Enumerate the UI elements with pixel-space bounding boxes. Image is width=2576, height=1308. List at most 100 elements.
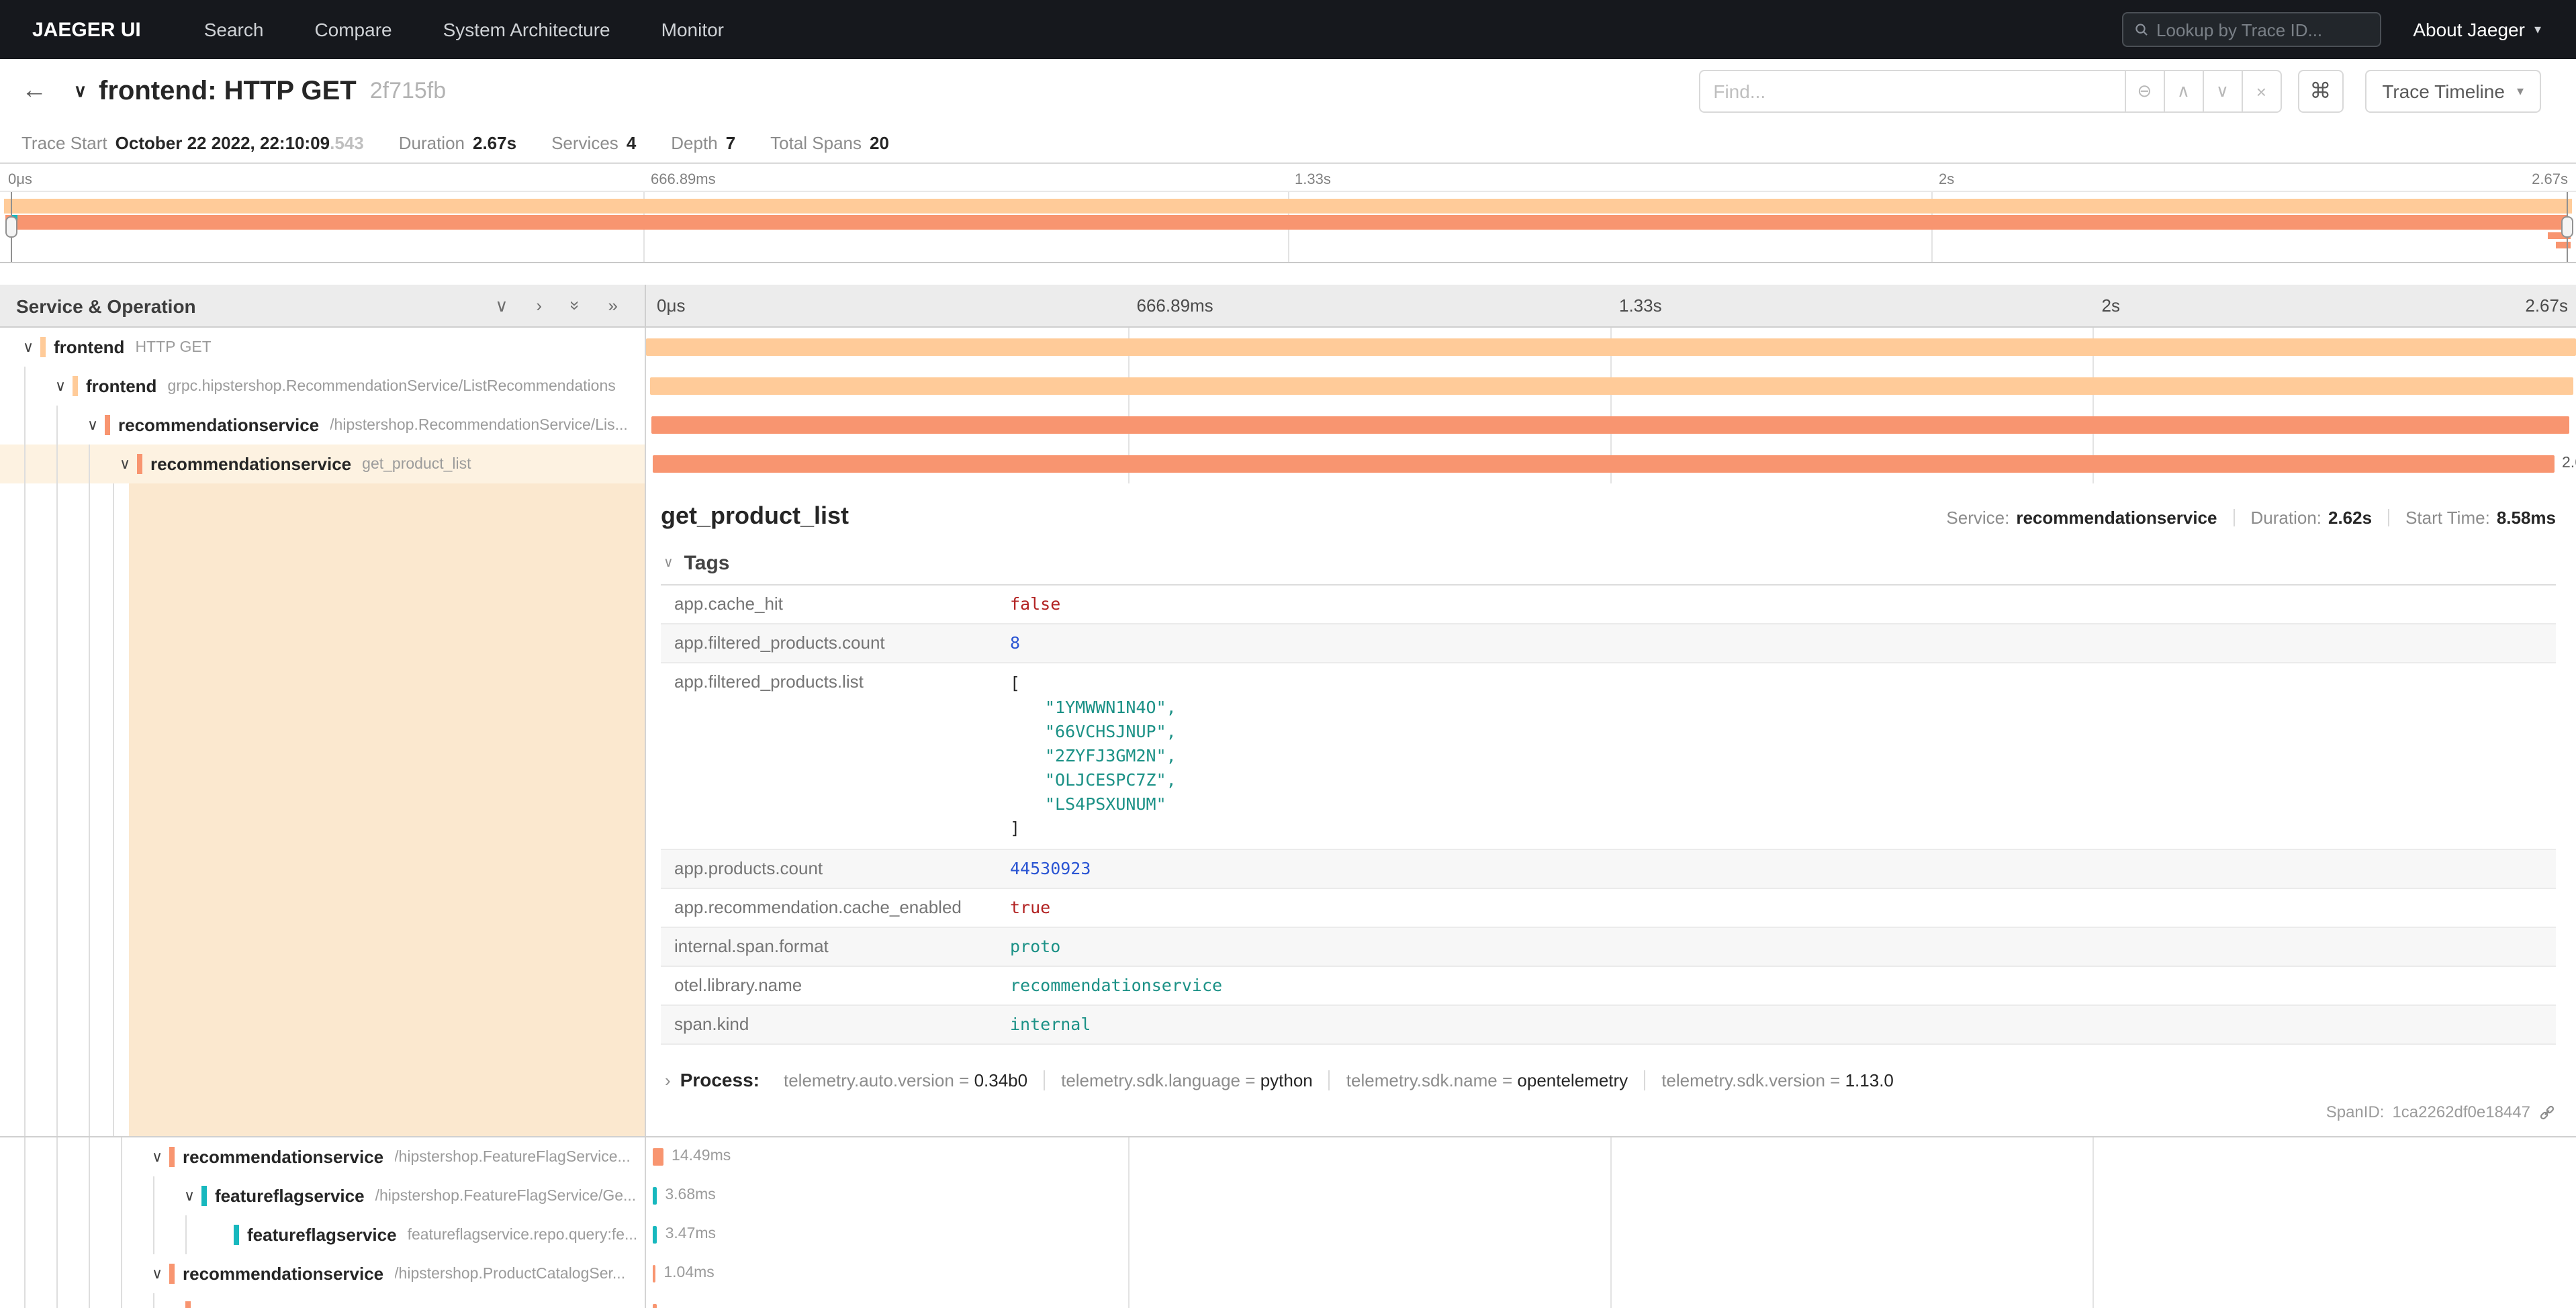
detail-accent-block — [129, 483, 645, 1136]
operation-name: /hipstershop.RecommendationService/Lis..… — [330, 417, 628, 433]
collapse-one-icon[interactable]: ∨ — [495, 297, 508, 314]
span-row: ∨ recommendationservice /hipstershop.Rec… — [0, 406, 2576, 445]
clear-search-icon[interactable]: × — [2241, 70, 2281, 113]
tags-accordion-header[interactable]: ∨ Tags — [661, 549, 2556, 586]
indent-guide — [89, 445, 90, 483]
trace-id-lookup[interactable] — [2121, 12, 2381, 47]
span-toggle-icon[interactable]: ∨ — [177, 1187, 201, 1205]
operation-name: /hipstershop.ProductCatalogSer... — [394, 1266, 625, 1282]
indent-guide — [24, 367, 26, 406]
trace-collapse-icon[interactable]: ∨ — [74, 81, 87, 102]
span-row: ∨ recommendationservice /hipstershop.Pro… — [0, 1254, 2576, 1293]
span-toggle-icon[interactable]: ∨ — [48, 377, 73, 395]
about-jaeger-menu[interactable]: About Jaeger ▾ — [2413, 19, 2541, 40]
trace-id-lookup-input[interactable] — [2156, 19, 2368, 40]
indent-guide — [121, 1254, 122, 1293]
span-bar[interactable] — [646, 338, 2576, 356]
timeline-ruler: 0μs 666.89ms 1.33s 2s 2.67s — [646, 285, 2576, 328]
process-tag: telemetry.auto.version = 0.34b0 — [768, 1070, 1045, 1090]
process-tag: telemetry.sdk.version = 1.13.0 — [1645, 1070, 1910, 1090]
indent-guide — [24, 1254, 26, 1293]
service-color-chip — [185, 1301, 191, 1308]
trace-meta-bar: Trace StartOctober 22 2022, 22:10:09.543… — [0, 124, 2576, 164]
expand-all-icon[interactable]: » — [608, 297, 618, 314]
span-row-partial — [0, 1293, 2576, 1308]
indent-guide — [153, 1293, 154, 1308]
operation-name: /hipstershop.FeatureFlagService/Ge... — [375, 1188, 637, 1204]
span-toggle-icon[interactable]: ∨ — [81, 416, 105, 434]
keyboard-shortcuts-button[interactable]: ⌘ — [2297, 70, 2343, 113]
nav-item-search[interactable]: Search — [179, 19, 289, 40]
indent-guide — [121, 1176, 122, 1215]
timeline-header: Service & Operation ∨ › » » 0μs 666.89ms… — [0, 285, 2576, 328]
indent-guide — [121, 1215, 122, 1254]
span-name-cell[interactable]: ∨ recommendationservice /hipstershop.Pro… — [0, 1254, 646, 1293]
back-button[interactable]: ← — [21, 77, 47, 106]
span-toggle-icon[interactable]: ∨ — [145, 1148, 169, 1166]
span-name-cell[interactable]: ∨ recommendationservice /hipstershop.Rec… — [0, 406, 646, 445]
trace-view-selector[interactable]: Trace Timeline ▾ — [2364, 70, 2541, 113]
indent-guide — [56, 1254, 58, 1293]
minimap-span-bar — [2555, 242, 2571, 248]
indent-guide — [24, 1215, 26, 1254]
expand-one-icon[interactable]: › — [536, 297, 542, 314]
caret-down-icon: ▾ — [2517, 84, 2524, 99]
tag-row: otel.library.name recommendationservice — [661, 967, 2556, 1006]
indent-guide — [89, 1293, 90, 1308]
span-row: ∨ featureflagservice /hipstershop.Featur… — [0, 1176, 2576, 1215]
indent-guide — [89, 1254, 90, 1293]
span-toggle-icon[interactable]: ∨ — [113, 455, 137, 473]
span-bar[interactable] — [653, 1265, 655, 1282]
indent-guide — [121, 1137, 122, 1176]
indent-guide — [24, 1293, 26, 1308]
spacer — [0, 263, 2576, 285]
tag-row: app.filtered_products.count 8 — [661, 624, 2556, 663]
indent-guide — [56, 1137, 58, 1176]
span-name-cell[interactable]: ∨ recommendationservice /hipstershop.Fea… — [0, 1137, 646, 1176]
indent-guide — [121, 1293, 122, 1308]
services-count: 4 — [627, 133, 636, 153]
nav-item-system-architecture[interactable]: System Architecture — [418, 19, 636, 40]
clear-expand-icon[interactable]: ⊖ — [2124, 70, 2164, 113]
span-bar[interactable] — [651, 416, 2570, 434]
span-detail: get_product_list Service: recommendation… — [0, 483, 2576, 1137]
span-bar[interactable] — [653, 1226, 657, 1244]
span-bar[interactable] — [653, 1304, 657, 1308]
span-toggle-icon[interactable]: ∨ — [16, 338, 40, 356]
span-bar[interactable] — [653, 1187, 657, 1205]
trace-header: ← ∨ frontend: HTTP GET 2f715fb ⊖ ∧ ∨ × ⌘… — [0, 59, 2576, 124]
span-name-cell[interactable]: ∨ frontend grpc.hipstershop.Recommendati… — [0, 367, 646, 406]
nav-item-compare[interactable]: Compare — [289, 19, 417, 40]
span-rows: ∨ frontend HTTP GET ∨ frontend grpc.hips… — [0, 328, 2576, 1308]
span-bar[interactable] — [652, 455, 2555, 473]
span-name-cell[interactable]: featureflagservice featureflagservice.re… — [0, 1215, 646, 1254]
caret-down-icon: ▾ — [2534, 22, 2541, 37]
span-toggle-icon[interactable]: ∨ — [145, 1265, 169, 1282]
indent-guide — [89, 1176, 90, 1215]
collapse-all-icon[interactable]: » — [566, 301, 584, 310]
find-input[interactable] — [1698, 70, 2125, 113]
span-bar[interactable] — [649, 377, 2573, 395]
span-name-cell[interactable]: ∨ frontend HTTP GET — [0, 328, 646, 367]
app-logo[interactable]: JAEGER UI — [32, 18, 141, 41]
operation-name: /hipstershop.FeatureFlagService... — [394, 1149, 631, 1165]
span-name-cell[interactable]: ∨ recommendationservice get_product_list — [0, 445, 646, 483]
process-section[interactable]: › Process: telemetry.auto.version = 0.34… — [661, 1069, 2556, 1090]
prev-result-icon[interactable]: ∧ — [2163, 70, 2203, 113]
minimap-scrubber-right[interactable] — [2567, 192, 2568, 262]
tag-row: app.products.count 44530923 — [661, 850, 2556, 889]
span-name-cell[interactable]: ∨ featureflagservice /hipstershop.Featur… — [0, 1176, 646, 1215]
span-row-selected: ∨ recommendationservice get_product_list… — [0, 445, 2576, 483]
detail-operation-name: get_product_list — [661, 502, 849, 530]
indent-guide — [24, 483, 26, 1136]
depth-value: 7 — [726, 133, 735, 153]
trace-minimap[interactable] — [0, 191, 2576, 263]
minimap-scrubber-left[interactable] — [11, 192, 12, 262]
next-result-icon[interactable]: ∨ — [2202, 70, 2242, 113]
span-bar[interactable] — [653, 1148, 663, 1166]
nav-item-monitor[interactable]: Monitor — [636, 19, 749, 40]
span-duration-label: 3.47ms — [665, 1215, 716, 1254]
service-name: recommendationservice — [137, 454, 351, 474]
span-detail-panel: get_product_list Service: recommendation… — [646, 483, 2576, 1136]
link-icon[interactable] — [2535, 1100, 2560, 1125]
